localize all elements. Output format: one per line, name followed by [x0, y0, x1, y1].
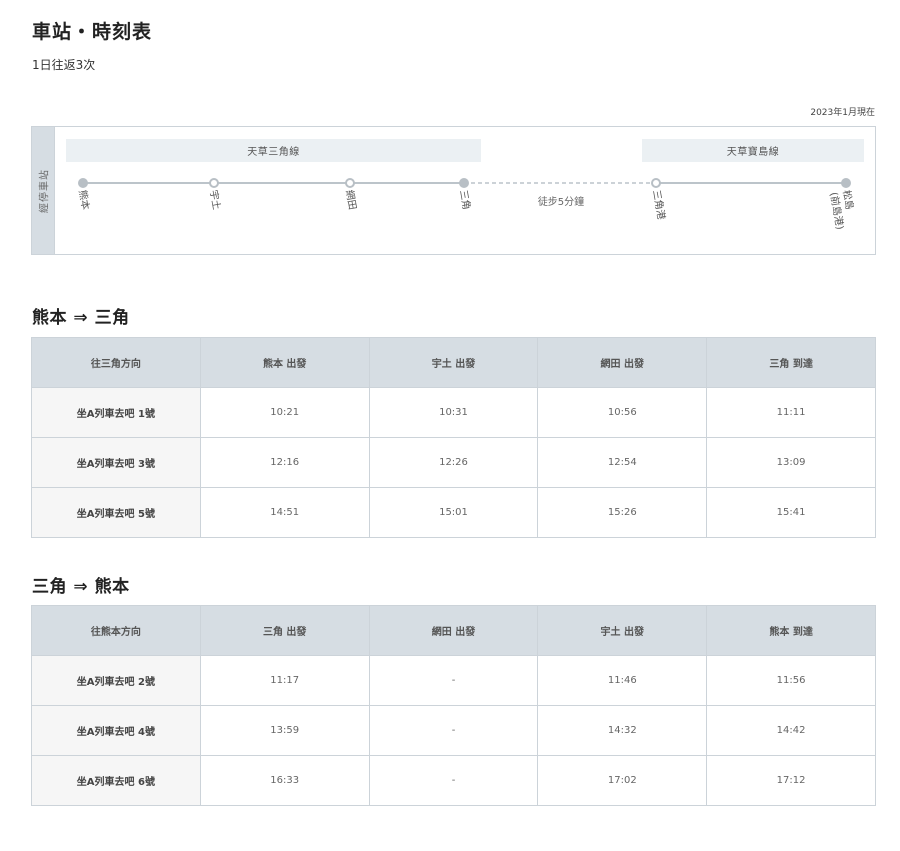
- header-stop: 宇土 出發: [368, 337, 539, 388]
- route-line-graphic: [78, 178, 851, 188]
- header-stop: 熊本 出發: [199, 337, 370, 388]
- time-cell: 15:26: [537, 487, 708, 538]
- table-row: 坐A列車去吧 4號 13:59 - 14:32 14:42: [31, 705, 876, 756]
- time-cell: 11:17: [199, 655, 370, 706]
- time-cell: 14:32: [537, 705, 708, 756]
- header-stop: 網田 出發: [368, 605, 539, 656]
- time-cell: -: [368, 705, 539, 756]
- train-name: 坐A列車去吧 4號: [31, 705, 201, 756]
- train-name: 坐A列車去吧 2號: [31, 655, 201, 706]
- time-cell: 11:56: [706, 655, 876, 706]
- header-stop: 三角 出發: [199, 605, 370, 656]
- time-cell: 17:02: [537, 755, 708, 806]
- station-dot-misumi: [459, 178, 469, 188]
- frequency-note: 1日往返3次: [32, 58, 96, 72]
- header-direction: 往三角方向: [31, 337, 201, 388]
- table-row: 坐A列車去吧 1號 10:21 10:31 10:56 11:11: [31, 387, 876, 438]
- train-name: 坐A列車去吧 6號: [31, 755, 201, 806]
- header-stop: 宇土 出發: [537, 605, 708, 656]
- time-cell: 12:26: [368, 437, 539, 488]
- station-dot-misumi-port: [651, 178, 661, 188]
- time-cell: 15:01: [368, 487, 539, 538]
- time-cell: 15:41: [706, 487, 876, 538]
- inbound-timetable: 往熊本方向 三角 出發 網田 出發 宇土 出發 熊本 到達 坐A列車去吧 2號 …: [31, 605, 876, 806]
- header-stop: 熊本 到達: [706, 605, 876, 656]
- table-header-row: 往三角方向 熊本 出發 宇土 出發 網田 出發 三角 到達: [31, 337, 876, 388]
- time-cell: 11:11: [706, 387, 876, 438]
- table-row: 坐A列車去吧 5號 14:51 15:01 15:26 15:41: [31, 487, 876, 538]
- header-stop: 三角 到達: [706, 337, 876, 388]
- train-name: 坐A列車去吧 5號: [31, 487, 201, 538]
- page-title: 車站・時刻表: [32, 21, 153, 43]
- time-cell: 16:33: [199, 755, 370, 806]
- time-cell: -: [368, 755, 539, 806]
- time-cell: 13:09: [706, 437, 876, 488]
- time-cell: 14:42: [706, 705, 876, 756]
- header-direction: 往熊本方向: [31, 605, 201, 656]
- table-header-row: 往熊本方向 三角 出發 網田 出發 宇土 出發 熊本 到達: [31, 605, 876, 656]
- outbound-timetable: 往三角方向 熊本 出發 宇土 出發 網田 出發 三角 到達 坐A列車去吧 1號 …: [31, 337, 876, 538]
- walk-label: 徒步5分鐘: [537, 197, 585, 208]
- time-cell: 13:59: [199, 705, 370, 756]
- time-cell: 10:56: [537, 387, 708, 438]
- table-row: 坐A列車去吧 3號 12:16 12:26 12:54 13:09: [31, 437, 876, 488]
- table-row: 坐A列車去吧 6號 16:33 - 17:02 17:12: [31, 755, 876, 806]
- time-cell: 10:31: [368, 387, 539, 438]
- header-stop: 網田 出發: [537, 337, 708, 388]
- time-cell: 17:12: [706, 755, 876, 806]
- train-name: 坐A列車去吧 3號: [31, 437, 201, 488]
- table-row: 坐A列車去吧 2號 11:17 - 11:46 11:56: [31, 655, 876, 706]
- time-cell: 12:16: [199, 437, 370, 488]
- station-dot-uto: [209, 178, 219, 188]
- time-cell: 10:21: [199, 387, 370, 438]
- station-dot-kumamoto: [78, 178, 88, 188]
- time-cell: 11:46: [537, 655, 708, 706]
- outbound-title: 熊本 ⇒ 三角: [32, 308, 130, 328]
- time-cell: 12:54: [537, 437, 708, 488]
- train-name: 坐A列車去吧 1號: [31, 387, 201, 438]
- station-dot-matsushima: [841, 178, 851, 188]
- station-dot-ohda: [345, 178, 355, 188]
- route-map: 經停車站 天草三角線 天草寶島線 徒步5分鐘 熊本 宇土 網田 三角 三角港 松…: [31, 126, 876, 255]
- inbound-title: 三角 ⇒ 熊本: [32, 577, 130, 597]
- as-of-date: 2023年1月現在: [810, 108, 875, 118]
- time-cell: 14:51: [199, 487, 370, 538]
- time-cell: -: [368, 655, 539, 706]
